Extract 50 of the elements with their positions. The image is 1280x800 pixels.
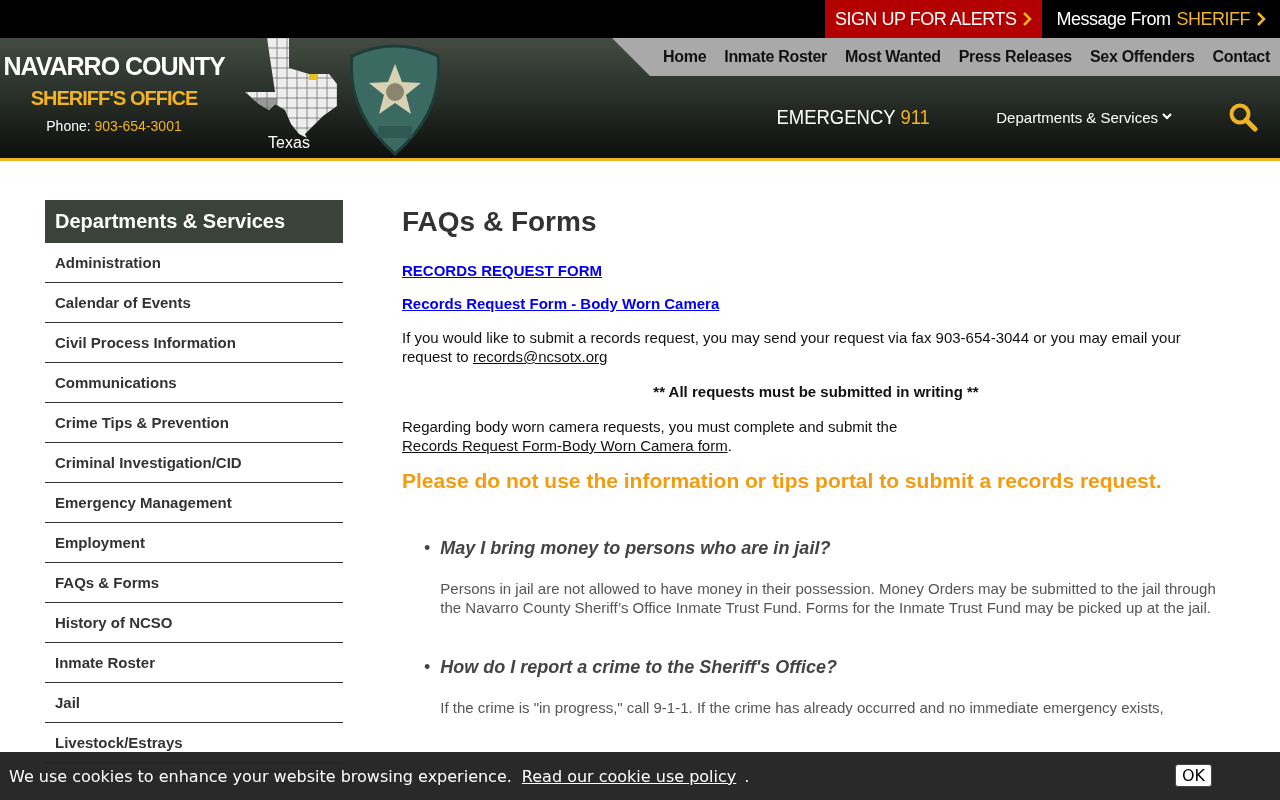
cookie-policy-link[interactable]: Read our cookie use policy [521, 766, 737, 786]
emergency-number: EMERGENCY 911 [776, 105, 930, 129]
sidebar-heading: Departments & Services [45, 200, 343, 243]
sidebar-item[interactable]: Jail [45, 683, 343, 723]
email-link[interactable]: records@ncsotx.org [472, 348, 608, 365]
sidebar-item[interactable]: Criminal Investigation/CID [45, 443, 343, 483]
alerts-signup-link[interactable]: SIGN UP FOR ALERTS [825, 0, 1043, 38]
sidebar-item[interactable]: Crime Tips & Prevention [45, 403, 343, 443]
sidebar-item[interactable]: Calendar of Events [45, 283, 343, 323]
nav-link[interactable]: Home [663, 48, 707, 66]
sidebar-item[interactable]: History of NCSO [45, 603, 343, 643]
cookie-message: We use cookies to enhance your website browsing experience. [9, 766, 512, 786]
faq-question: May I bring money to persons who are in jail? [440, 538, 832, 559]
faq-question: How do I report a crime to the Sheriff's Office? [440, 657, 838, 678]
sheriff-message-link[interactable]: Message From SHERIFF [1042, 0, 1280, 38]
cookie-message-end: . [744, 766, 750, 786]
chevron-icon [1256, 12, 1266, 26]
form-link[interactable]: RECORDS REQUEST FORM [402, 262, 602, 279]
nav-link[interactable]: Inmate Roster [724, 48, 828, 66]
faq-answer: Persons in jail are not allowed to have money in their possession. Money Orders may be submitted to the jail through the Navarro County Sheriff’s Office Inmate Trust Fund. Forms for the Inmate Trust Fund may be picked up at the jail. [440, 579, 1217, 617]
site-subtitle: SHERIFF'S OFFICE [30, 87, 198, 110]
bullet-mark: • [424, 538, 431, 560]
sidebar-item[interactable]: Administration [45, 243, 343, 283]
form-link[interactable]: Records Request Form - Body Worn Camera [402, 295, 720, 312]
chevron-icon [1022, 12, 1033, 26]
nav-link[interactable]: Most Wanted [845, 48, 941, 66]
site-title: NAVARRO COUNTY [3, 52, 225, 81]
sidebar-item[interactable]: Civil Process Information [45, 323, 343, 363]
search-icon[interactable] [1228, 102, 1258, 132]
map-label: Texas [268, 134, 310, 152]
bodycam-form-link[interactable]: Records Request Form-Body Worn Camera form [402, 437, 728, 454]
sidebar-item[interactable]: Communications [45, 363, 343, 403]
bodycam-paragraph: Regarding body worn camera requests, you must complete and submit the Records Request Form-Body Worn Camera form. [402, 417, 899, 455]
intro-paragraph: If you would like to submit a records request, you may send your request via fax 903-654-3044 or you may email your request to records@ncsotx.org [402, 328, 1182, 366]
phone-number: Phone: 903-654-3001 [46, 118, 182, 134]
warning-text: Please do not use the information or tips portal to submit a records request. [402, 471, 1163, 490]
bullet-mark: • [424, 657, 431, 679]
nav-link[interactable]: Press Releases [958, 48, 1072, 66]
departments-menu[interactable]: Departments & Services [996, 108, 1172, 126]
ok-button[interactable]: OK [1174, 764, 1212, 787]
faq-answer: If the crime is "in progress," call 9-1-1. If the crime has already occurred and no immediate emergency exists, [440, 698, 1164, 717]
sidebar-item[interactable]: Inmate Roster [45, 643, 343, 683]
nav-link[interactable]: Sex Offenders [1089, 48, 1195, 66]
sidebar-item[interactable]: FAQs & Forms [45, 563, 343, 603]
sidebar-item[interactable]: Employment [45, 523, 343, 563]
caret-icon [1162, 113, 1172, 121]
page-title: FAQs & Forms [402, 206, 598, 238]
notice-text: ** All requests must be submitted in writing ** [652, 382, 980, 401]
sidebar-item[interactable]: Emergency Management [45, 483, 343, 523]
nav-link[interactable]: Contact [1212, 48, 1270, 66]
